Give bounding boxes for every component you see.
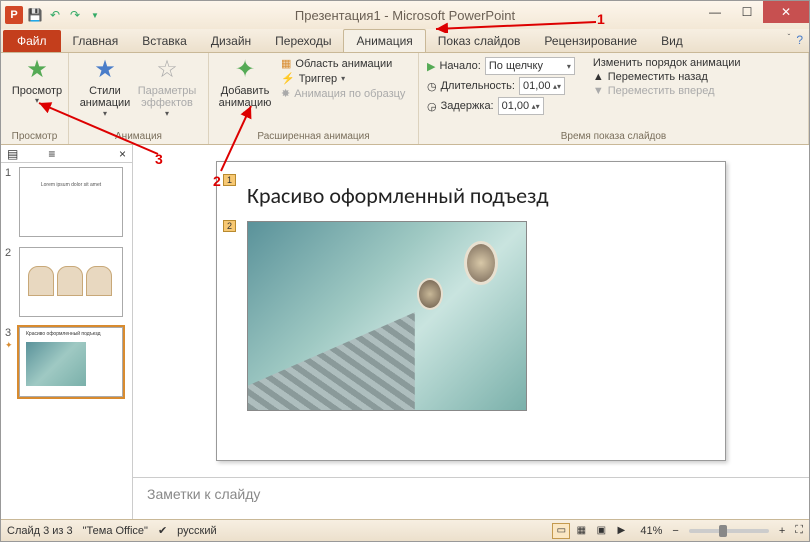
app-icon: P [5,6,23,24]
duration-input[interactable]: 01,00▴▾ [519,77,565,95]
add-star-icon: ✦ [235,57,255,83]
fit-to-window-button[interactable]: ⛶ [795,524,803,537]
preview-button[interactable]: ★ Просмотр ▾ [9,57,65,106]
anim-tag-2[interactable]: 2 [223,220,236,232]
thumb-2[interactable]: 2 [5,247,128,317]
slideshow-view-button[interactable]: ▶ [612,523,630,539]
star-icon: ★ [94,57,116,83]
close-panel-icon[interactable]: × [119,147,126,161]
minimize-button[interactable]: — [699,1,731,23]
zoom-out-button[interactable]: − [672,525,678,537]
group-advanced-animation: Расширенная анимация [217,129,410,142]
start-label: Начало: [439,60,480,72]
tab-review[interactable]: Рецензирование [532,30,649,52]
group-preview: Просмотр [9,129,60,142]
duration-label: Длительность: [441,80,515,92]
brush-icon: ✸ [281,87,290,100]
window-title: Презентация1 - Microsoft PowerPoint [295,8,515,23]
slides-tab-icon[interactable]: ▤ [7,147,18,161]
spellcheck-icon[interactable]: ✔ [158,524,167,537]
animation-indicator-icon: ✦ [5,340,13,350]
editor: 1 Красиво оформленный подъезд 2 Заметки … [133,145,809,519]
workarea: ▤ ≡ × 1 Lorem ipsum dolor sit amet 2 [1,145,809,519]
start-combo[interactable]: По щелчку▾ [485,57,575,75]
tab-slideshow[interactable]: Показ слайдов [426,30,533,52]
thumb-3[interactable]: 3 ✦ Красиво оформленный подъезд [5,327,128,397]
help-icon[interactable]: ? [796,33,803,47]
group-timing: Время показа слайдов [427,129,800,142]
tab-transitions[interactable]: Переходы [263,30,343,52]
play-star-icon: ★ [26,57,48,83]
clock-icon: ◷ [427,80,437,93]
move-earlier-button[interactable]: ▲ Переместить назад [593,71,741,83]
delay-input[interactable]: 01,00▴▾ [498,97,544,115]
delay-icon: ◶ [427,100,437,113]
tab-file[interactable]: Файл [3,30,61,52]
zoom-value[interactable]: 41% [640,525,662,537]
lightning-icon: ⚡ [281,72,295,85]
slide[interactable]: 1 Красиво оформленный подъезд 2 [216,161,726,461]
normal-view-button[interactable]: ▭ [552,523,570,539]
add-animation-button[interactable]: ✦ Добавить анимацию ▾ [217,57,273,118]
zoom-slider[interactable] [689,529,769,533]
outline-tab-icon[interactable]: ≡ [48,147,55,161]
pane-icon: ▦ [281,57,291,70]
zoom-in-button[interactable]: + [779,525,785,537]
redo-icon[interactable]: ↷ [67,7,83,23]
reading-view-button[interactable]: ▣ [592,523,610,539]
tab-home[interactable]: Главная [61,30,131,52]
thumb-1[interactable]: 1 Lorem ipsum dolor sit amet [5,167,128,237]
down-icon: ▼ [593,85,604,97]
slide-counter: Слайд 3 из 3 [7,525,73,537]
slide-canvas[interactable]: 1 Красиво оформленный подъезд 2 [133,145,809,477]
group-animation: Анимация [77,129,200,142]
animation-styles-button[interactable]: ★ Стили анимации ▾ [77,57,133,118]
quick-access-toolbar: 💾 ↶ ↷ ▼ [27,7,103,23]
star-outline-icon: ☆ [156,57,178,83]
effect-options-button: ☆ Параметры эффектов ▾ [139,57,195,118]
titlebar: P 💾 ↶ ↷ ▼ Презентация1 - Microsoft Power… [1,1,809,29]
slide-title[interactable]: Красиво оформленный подъезд [247,182,695,209]
thumbnails-panel[interactable]: 1 Lorem ipsum dolor sit amet 2 3 [1,163,133,411]
tab-view[interactable]: Вид [649,30,695,52]
tab-design[interactable]: Дизайн [199,30,263,52]
trigger-button[interactable]: ⚡ Триггер ▾ [281,72,405,85]
sorter-view-button[interactable]: ▦ [572,523,590,539]
status-bar: Слайд 3 из 3 "Тема Office" ✔ русский ▭ ▦… [1,519,809,541]
delay-label: Задержка: [441,100,494,112]
maximize-button[interactable]: ☐ [731,1,763,23]
save-icon[interactable]: 💾 [27,7,43,23]
play-icon: ▶ [427,60,435,73]
tab-animation[interactable]: Анимация [343,29,425,52]
up-icon: ▲ [593,71,604,83]
qat-dropdown-icon[interactable]: ▼ [87,7,103,23]
animation-pane-button[interactable]: ▦ Область анимации [281,57,405,70]
thumbs-header: ▤ ≡ × [1,145,132,163]
ribbon: ★ Просмотр ▾ Просмотр ★ Стили анимации ▾… [1,53,809,145]
minimize-ribbon-icon[interactable]: ˇ [788,33,791,47]
slide-image[interactable] [247,221,527,411]
anim-tag-1[interactable]: 1 [223,174,236,186]
reorder-label: Изменить порядок анимации [593,57,741,69]
close-button[interactable]: ✕ [763,1,809,23]
theme-name: "Тема Office" [83,525,148,537]
ribbon-tabs: Файл Главная Вставка Дизайн Переходы Ани… [1,29,809,53]
tab-insert[interactable]: Вставка [130,30,199,52]
notes-pane[interactable]: Заметки к слайду [133,477,809,519]
move-later-button: ▼ Переместить вперед [593,85,741,97]
undo-icon[interactable]: ↶ [47,7,63,23]
animation-painter-button: ✸ Анимация по образцу [281,87,405,100]
language[interactable]: русский [177,525,216,537]
